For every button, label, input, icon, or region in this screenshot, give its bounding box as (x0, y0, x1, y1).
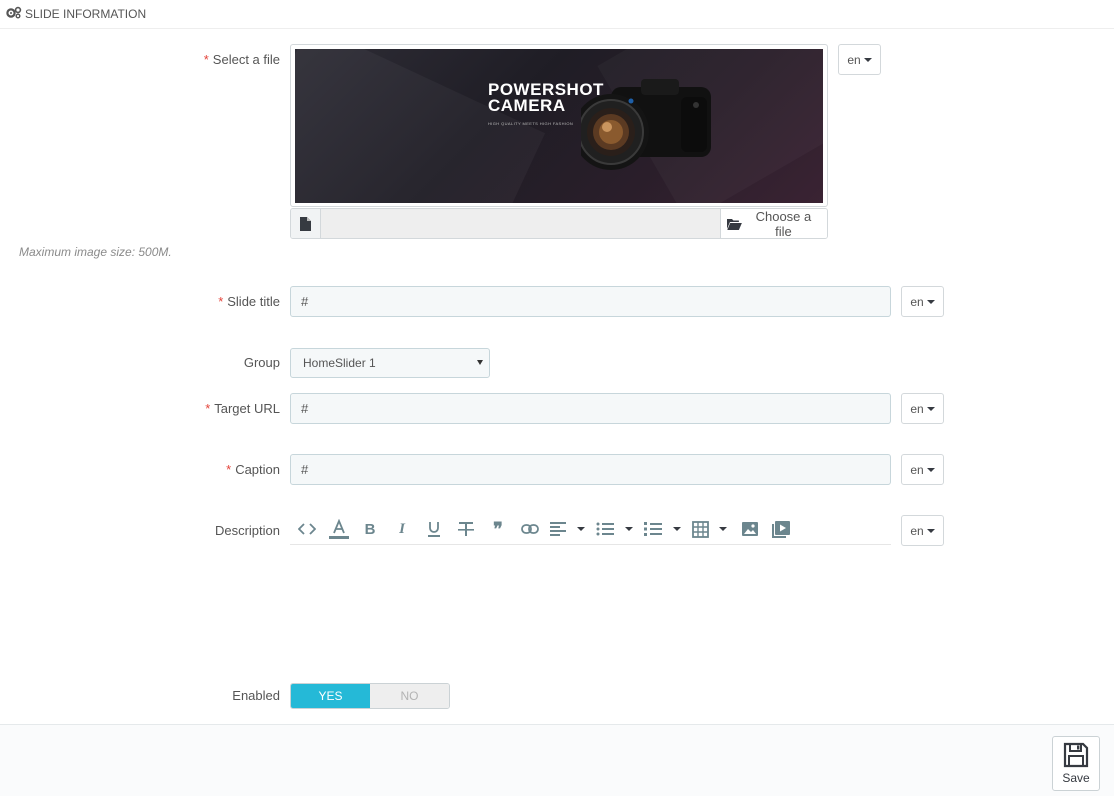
italic-icon[interactable]: I (386, 515, 418, 543)
caret-down-icon (926, 406, 935, 411)
panel-heading: SLIDE INFORMATION (0, 0, 1114, 29)
bullet-dropdown-icon[interactable] (618, 515, 640, 543)
enabled-no-option[interactable]: NO (370, 684, 449, 708)
target-url-label: * Target URL (205, 401, 280, 416)
video-icon[interactable] (766, 515, 796, 543)
file-icon (291, 209, 321, 238)
target-url-lang-button[interactable]: en (901, 393, 944, 424)
group-select[interactable]: HomeSlider 1 (290, 348, 490, 378)
underline-icon[interactable] (418, 515, 450, 543)
blockquote-icon[interactable]: ❞ (482, 515, 514, 543)
save-icon (1063, 742, 1089, 768)
group-label: Group (243, 355, 280, 370)
caption-lang-button[interactable]: en (901, 454, 944, 485)
enabled-label: Enabled (232, 688, 280, 703)
numbered-dropdown-icon[interactable] (666, 515, 688, 543)
panel-footer: Save (0, 724, 1114, 796)
enabled-yes-option[interactable]: YES (291, 684, 370, 708)
save-button[interactable]: Save (1052, 736, 1100, 791)
folder-open-icon (727, 218, 742, 230)
file-name-input[interactable] (321, 209, 720, 238)
caret-down-icon (926, 299, 935, 304)
required-mark: * (203, 52, 209, 67)
description-lang-button[interactable]: en (901, 515, 944, 546)
bullet-list-icon[interactable] (592, 515, 618, 543)
slide-title-label: * Slide title (218, 294, 280, 309)
file-upload-row: Choose a file (290, 208, 828, 239)
bold-icon[interactable]: B (354, 515, 386, 543)
caption-label: * Caption (226, 462, 280, 477)
cogs-icon (6, 6, 25, 22)
file-lang-button[interactable]: en (838, 44, 881, 75)
caret-down-icon (926, 467, 935, 472)
slide-title-lang-button[interactable]: en (901, 286, 944, 317)
image-preview: POWERSHOT CAMERA HIGH QUALITY MEETS HIGH… (290, 44, 828, 207)
numbered-list-icon[interactable] (640, 515, 666, 543)
file-label: * Select a file (203, 52, 280, 67)
slide-image: POWERSHOT CAMERA HIGH QUALITY MEETS HIGH… (295, 49, 823, 203)
enabled-switch[interactable]: YES NO (290, 683, 450, 709)
strikethrough-icon[interactable] (450, 515, 482, 543)
panel-title: SLIDE INFORMATION (25, 7, 147, 21)
target-url-input[interactable] (290, 393, 891, 424)
camera-image (581, 79, 711, 170)
align-dropdown-icon[interactable] (570, 515, 592, 543)
align-left-icon[interactable] (546, 515, 570, 543)
caret-down-icon (926, 528, 935, 533)
code-view-icon[interactable] (290, 515, 324, 543)
table-dropdown-icon[interactable] (712, 515, 734, 543)
caption-input[interactable] (290, 454, 891, 485)
link-icon[interactable] (514, 515, 546, 543)
banner-subtitle: HIGH QUALITY MEETS HIGH FASHION (488, 121, 574, 126)
font-color-icon[interactable] (324, 515, 354, 543)
table-icon[interactable] (688, 515, 712, 543)
select-arrow-icon (477, 360, 483, 365)
description-label: Description (214, 523, 280, 538)
caret-down-icon (863, 57, 872, 62)
choose-file-button[interactable]: Choose a file (720, 209, 827, 238)
slide-title-input[interactable] (290, 286, 891, 317)
image-size-help: Maximum image size: 500M. (19, 245, 172, 259)
image-icon[interactable] (734, 515, 766, 543)
editor-toolbar: B I ❞ (290, 514, 891, 545)
